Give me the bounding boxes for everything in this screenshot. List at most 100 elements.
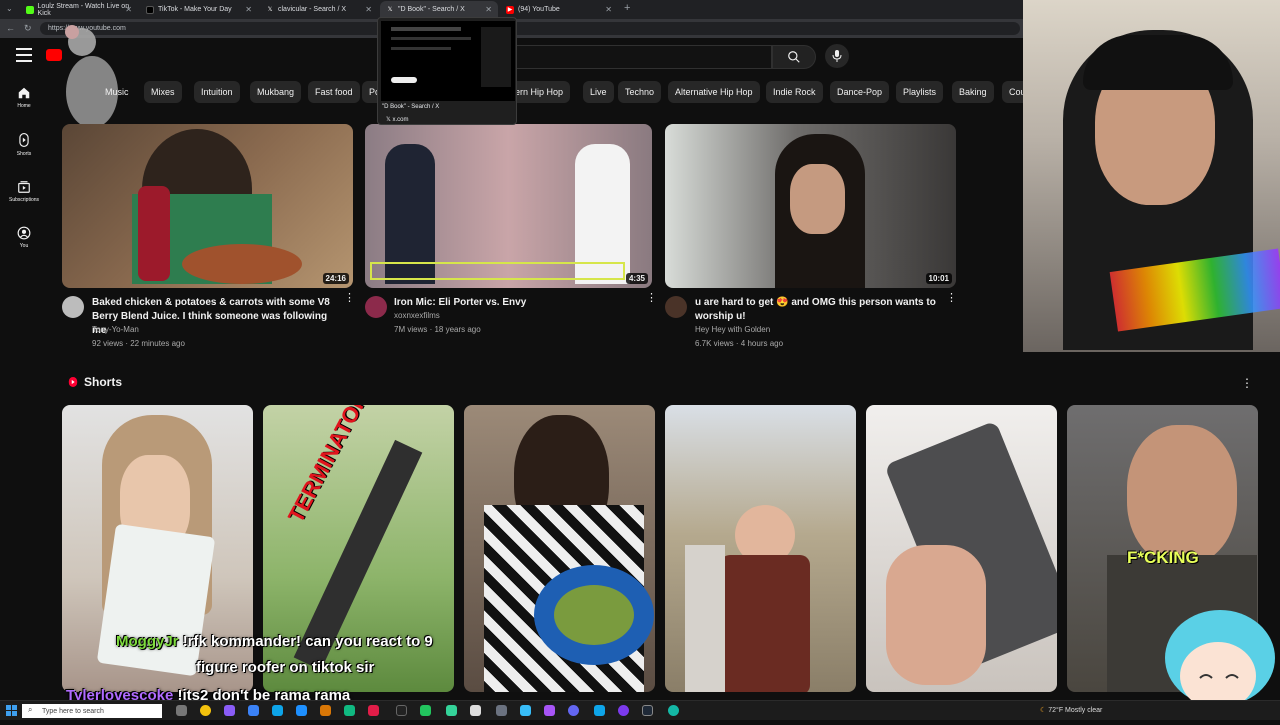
you-icon [17, 226, 31, 240]
more-options-icon[interactable]: ⋮ [344, 293, 355, 304]
app-icon[interactable] [594, 705, 605, 716]
app-icon[interactable] [368, 705, 379, 716]
new-tab-button[interactable]: + [624, 2, 630, 14]
sidebar-label: Home [17, 103, 31, 109]
close-icon[interactable]: ✕ [125, 5, 132, 14]
app-icon[interactable] [248, 705, 259, 716]
url-input[interactable]: https://www.youtube.com [40, 22, 1020, 35]
taskview-icon[interactable] [176, 705, 187, 716]
weather-icon: ☾ [1040, 707, 1047, 714]
app-icon[interactable] [446, 705, 457, 716]
short-thumbnail[interactable] [866, 405, 1057, 692]
app-icon[interactable] [224, 705, 235, 716]
app-icon[interactable] [544, 705, 555, 716]
app-icon[interactable] [668, 705, 679, 716]
channel-name[interactable]: xoxnxexfilms [394, 311, 440, 320]
app-icon[interactable] [296, 705, 307, 716]
voice-search-button[interactable] [825, 44, 849, 68]
app-icon[interactable] [520, 705, 531, 716]
chip[interactable]: Baking [952, 81, 994, 103]
browser-tab[interactable]: TikTok - Make Your Day ✕ [140, 1, 258, 18]
browser-tab[interactable]: 𝕏 "D Book" - Search / X ✕ [380, 1, 498, 18]
chip[interactable]: Indie Rock [766, 81, 823, 103]
preview-url: 𝕏 x.com [386, 117, 409, 123]
chat-text: !rfk kommander! can you react to 9 [182, 633, 433, 650]
app-icon[interactable] [496, 705, 507, 716]
video-title[interactable]: Iron Mic: Eli Porter vs. Envy [394, 296, 644, 310]
search-input[interactable] [510, 45, 772, 69]
more-options-icon[interactable]: ⋮ [646, 293, 657, 304]
chip[interactable]: Mukbang [250, 81, 302, 103]
video-thumbnail[interactable]: 10:01 [665, 124, 956, 288]
chip[interactable]: Live [583, 81, 614, 103]
short-thumbnail[interactable] [464, 405, 655, 692]
chip[interactable]: Mixes [144, 81, 182, 103]
windows-start-icon[interactable] [6, 705, 17, 716]
app-icon[interactable] [396, 705, 407, 716]
search-button[interactable] [772, 45, 816, 69]
video-thumbnail[interactable]: 24:16 [62, 124, 353, 288]
search-icon: ⌕ [28, 705, 33, 714]
tiktok-icon [146, 5, 154, 14]
chip[interactable]: Dance-Pop [830, 81, 890, 103]
duration-badge: 4:35 [625, 273, 648, 284]
video-title[interactable]: u are hard to get 😍 and OMG this person … [695, 296, 945, 324]
close-icon[interactable]: ✕ [245, 5, 252, 14]
preview-thumbnail [381, 21, 515, 101]
chip[interactable]: Intuition [194, 81, 240, 103]
chat-message: MoggyJr !rfk kommander! can you react to… [116, 633, 433, 650]
sidebar-item-home[interactable]: Home [0, 86, 48, 109]
close-icon[interactable]: ✕ [605, 5, 612, 14]
sidebar-item-you[interactable]: You [0, 226, 48, 249]
avatar[interactable] [665, 296, 687, 318]
channel-name[interactable]: Hey Hey with Golden [695, 325, 770, 334]
chip[interactable]: Alternative Hip Hop [668, 81, 760, 103]
app-icon[interactable] [420, 705, 431, 716]
duration-badge: 10:01 [925, 273, 952, 284]
avatar[interactable] [62, 296, 84, 318]
streamer-webcam [1023, 0, 1280, 352]
edge-icon[interactable] [272, 705, 283, 716]
short-thumbnail[interactable] [665, 405, 856, 692]
browser-tab[interactable]: Loulz Stream - Watch Live on Kick ✕ [20, 1, 138, 18]
menu-button[interactable] [16, 48, 32, 62]
chip[interactable]: Music [98, 81, 136, 103]
app-icon[interactable] [344, 705, 355, 716]
chrome-icon[interactable] [200, 705, 211, 716]
tab-search-icon[interactable]: ⌄ [6, 4, 13, 13]
youtube-icon: ▶ [506, 5, 514, 14]
chip[interactable]: Fast food [308, 81, 360, 103]
shorts-more-icon[interactable]: ⋮ [1241, 376, 1253, 390]
app-icon[interactable] [618, 705, 629, 716]
channel-name[interactable]: Tony-Yo-Man [92, 325, 139, 334]
sidebar-item-subscriptions[interactable]: Subscriptions [0, 180, 48, 203]
tab-hover-preview: "D Book" - Search / X 𝕏 x.com [377, 17, 517, 125]
discord-icon[interactable] [568, 705, 579, 716]
shorts-section-header: Shorts [68, 375, 122, 389]
taskbar-search-input[interactable]: ⌕ Type here to search [22, 704, 162, 718]
close-icon[interactable]: ✕ [365, 5, 372, 14]
short-overlay-text: TERMINATOR [283, 405, 373, 527]
home-icon [18, 87, 30, 99]
app-icon[interactable] [470, 705, 481, 716]
x-icon: 𝕏 [267, 7, 273, 13]
back-icon[interactable]: ← [6, 23, 15, 33]
video-thumbnail[interactable]: 4:35 [365, 124, 652, 288]
browser-tab[interactable]: 𝕏 clavicular - Search / X ✕ [260, 1, 378, 18]
chip[interactable]: Techno [618, 81, 662, 103]
x-icon: 𝕏 [387, 7, 393, 13]
steam-icon[interactable] [642, 705, 653, 716]
chip[interactable]: ern Hip Hop [508, 81, 571, 103]
sidebar-item-shorts[interactable]: Shorts [0, 132, 48, 157]
close-icon[interactable]: ✕ [485, 5, 492, 14]
chip[interactable]: Playlists [896, 81, 944, 103]
browser-tab[interactable]: ▶ (94) YouTube ✕ [500, 1, 618, 18]
shorts-icon [19, 133, 29, 147]
avatar[interactable] [365, 296, 387, 318]
reload-icon[interactable]: ↻ [24, 23, 32, 34]
explorer-icon[interactable] [320, 705, 331, 716]
weather-widget[interactable]: ☾ 72°F Mostly clear [1040, 706, 1102, 714]
windows-taskbar: ⌕ Type here to search ☾ 72°F Mostly clea… [0, 700, 1280, 720]
more-options-icon[interactable]: ⋮ [946, 293, 957, 304]
chat-username: MoggyJr [116, 633, 179, 650]
